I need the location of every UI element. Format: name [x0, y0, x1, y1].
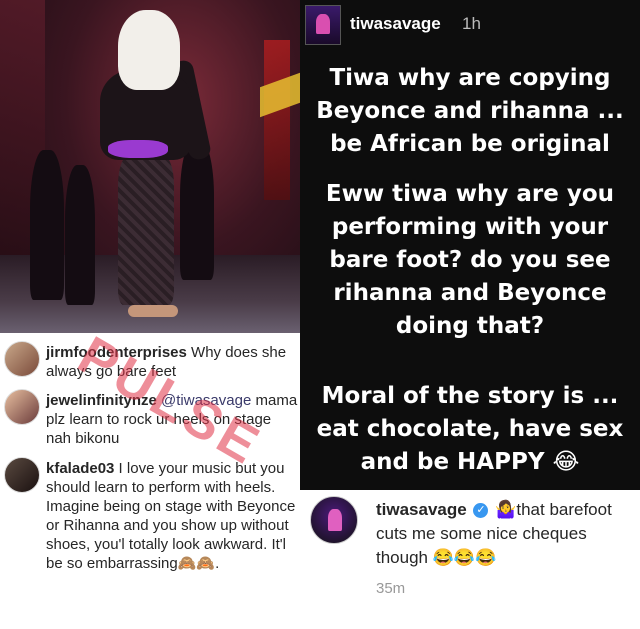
comment-username[interactable]: kfalade03 — [46, 460, 114, 477]
story-text-block: Moral of the story is ... eat chocolate,… — [316, 383, 624, 475]
singer-fringe — [108, 140, 168, 158]
singer-bare-feet — [128, 305, 178, 317]
backup-dancer — [30, 150, 64, 300]
story-panel: tiwasavage 1h Tiwa why are copying Beyon… — [300, 0, 640, 490]
user-avatar[interactable] — [4, 341, 40, 377]
reply-comment: tiwasavage ✓ 🤷‍♀️that barefoot cuts me s… — [300, 490, 640, 629]
story-text-block: Eww tiwa why are you performing with you… — [325, 181, 615, 339]
comment-username[interactable]: jirmfoodenterprises — [46, 344, 187, 361]
reply-username[interactable]: tiwasavage — [376, 500, 467, 519]
reply-avatar[interactable] — [310, 496, 358, 544]
backup-dancer — [180, 140, 214, 280]
user-avatar[interactable] — [4, 457, 40, 493]
user-avatar[interactable] — [4, 389, 40, 425]
stage-light-right — [264, 40, 290, 200]
story-username[interactable]: tiwasavage — [350, 14, 441, 34]
comments-panel: jirmfoodenterprises Why does she always … — [0, 333, 300, 629]
story-timestamp: 1h — [462, 14, 481, 33]
comment-item: jewelinfinitynze @tiwasavage mama plz le… — [0, 387, 300, 447]
reply-timestamp: 35m — [376, 580, 406, 597]
singer-hair — [118, 10, 180, 90]
comment-item: kfalade03 I love your music but you shou… — [0, 455, 300, 625]
comment-username[interactable]: jewelinfinitynze — [46, 392, 157, 409]
singer-legs — [118, 155, 174, 305]
comment-item: jirmfoodenterprises Why does she always … — [0, 339, 300, 381]
backup-dancer — [65, 165, 95, 305]
story-avatar[interactable] — [305, 5, 341, 45]
comment-mention[interactable]: @tiwasavage — [157, 392, 251, 409]
reply-text: tiwasavage ✓ 🤷‍♀️that barefoot cuts me s… — [376, 498, 638, 570]
comment-text: jirmfoodenterprises Why does she always … — [46, 343, 298, 381]
comment-text: kfalade03 I love your music but you shou… — [46, 459, 298, 573]
performance-photo — [0, 0, 300, 333]
story-header: tiwasavage 1h — [300, 0, 640, 50]
verified-badge-icon: ✓ — [473, 503, 489, 519]
story-text-block: Tiwa why are copying Beyonce and rihanna… — [316, 65, 624, 157]
comment-text: jewelinfinitynze @tiwasavage mama plz le… — [46, 391, 298, 448]
